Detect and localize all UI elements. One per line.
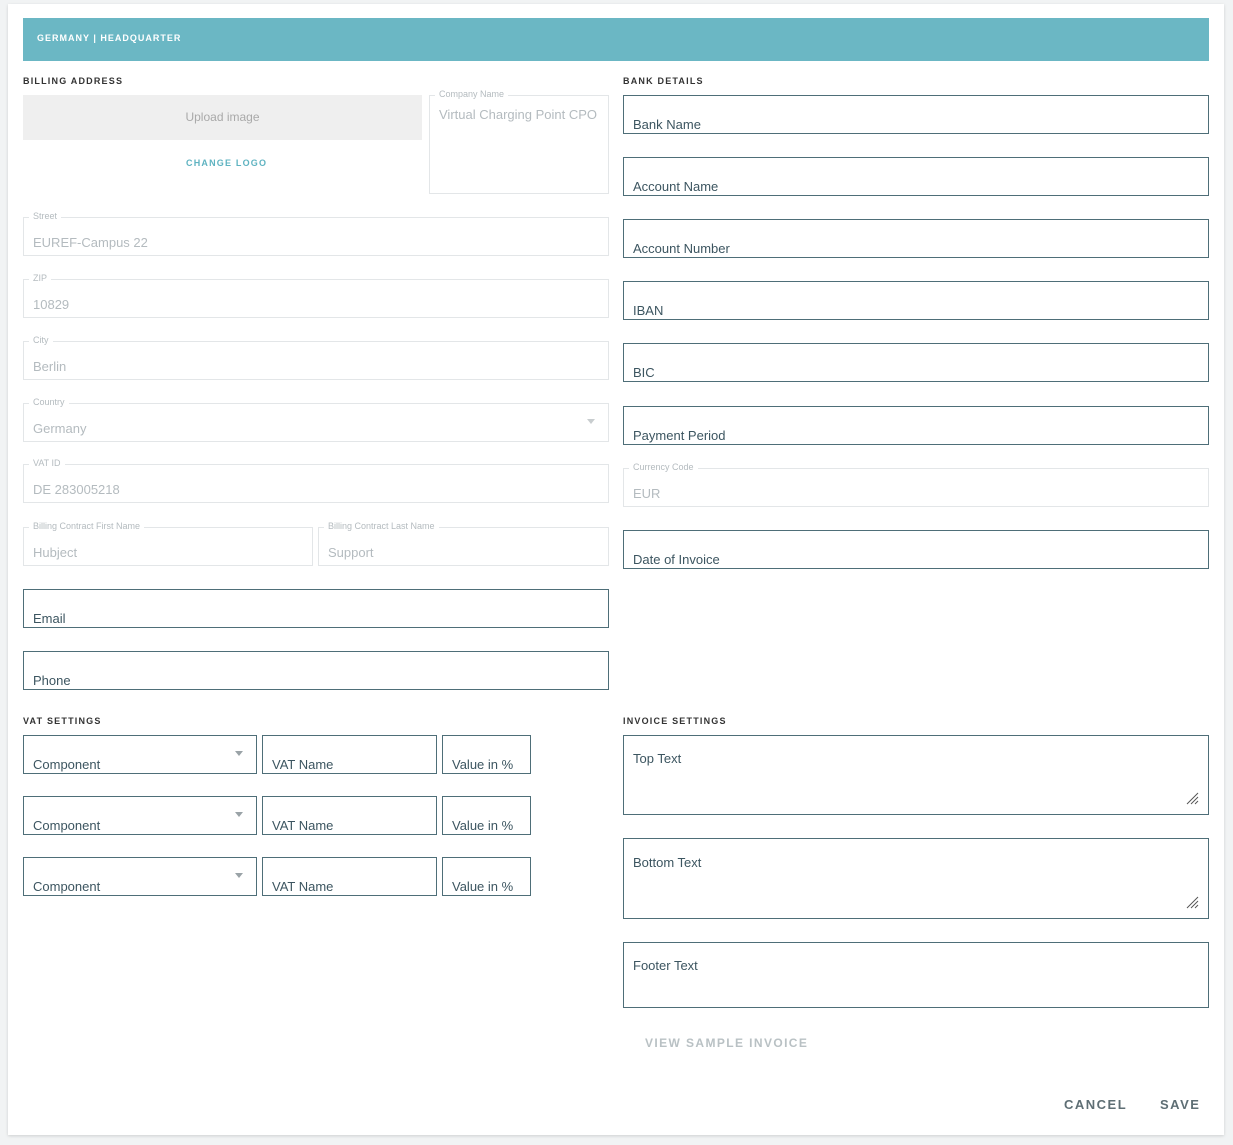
zip-value: 10829 xyxy=(33,297,70,312)
vat-id-field[interactable]: VAT ID DE 283005218 xyxy=(23,458,609,503)
upload-image-area[interactable]: Upload image xyxy=(23,95,422,140)
top-text-placeholder: Top Text xyxy=(633,751,682,766)
country-value: Germany xyxy=(33,421,87,436)
phone-placeholder: Phone xyxy=(33,673,71,688)
footer-text-placeholder: Footer Text xyxy=(633,958,698,973)
bottom-text-area[interactable]: Bottom Text xyxy=(623,838,1209,919)
cancel-button[interactable]: CANCEL xyxy=(1064,1097,1127,1112)
save-button[interactable]: SAVE xyxy=(1160,1097,1200,1112)
bank-name-placeholder: Bank Name xyxy=(633,117,701,132)
billing-address-heading: BILLING ADDRESS xyxy=(23,76,124,86)
iban-field[interactable]: IBAN xyxy=(623,281,1209,320)
country-label: Country xyxy=(29,397,69,407)
street-label: Street xyxy=(29,211,62,221)
page-title-banner: GERMANY | HEADQUARTER xyxy=(23,18,1209,61)
bic-placeholder: BIC xyxy=(633,365,655,380)
vat-name-placeholder: VAT Name xyxy=(272,757,334,772)
resize-handle-icon[interactable] xyxy=(1186,792,1199,805)
change-logo-button[interactable]: CHANGE LOGO xyxy=(186,158,267,168)
vat-id-value: DE 283005218 xyxy=(33,482,120,497)
chevron-down-icon xyxy=(235,751,243,756)
page-title: GERMANY | HEADQUARTER xyxy=(37,33,182,43)
date-of-invoice-field[interactable]: Date of Invoice xyxy=(623,530,1209,569)
vat-value-field[interactable]: Value in % xyxy=(442,735,531,774)
bic-field[interactable]: BIC xyxy=(623,343,1209,382)
currency-code-field[interactable]: Currency Code EUR xyxy=(623,462,1209,507)
country-select[interactable]: Country Germany xyxy=(23,397,609,442)
vat-value-field[interactable]: Value in % xyxy=(442,857,531,896)
vat-component-placeholder: Component xyxy=(33,818,101,833)
chevron-down-icon xyxy=(235,812,243,817)
account-name-placeholder: Account Name xyxy=(633,179,719,194)
phone-field[interactable]: Phone xyxy=(23,651,609,690)
bank-details-heading: BANK DETAILS xyxy=(623,76,704,86)
street-value: EUREF-Campus 22 xyxy=(33,235,148,250)
bank-name-field[interactable]: Bank Name xyxy=(623,95,1209,134)
resize-handle-icon[interactable] xyxy=(1186,896,1199,909)
vat-id-label: VAT ID xyxy=(29,458,65,468)
email-field[interactable]: Email xyxy=(23,589,609,628)
vat-component-select[interactable]: Component xyxy=(23,857,257,896)
vat-name-placeholder: VAT Name xyxy=(272,879,334,894)
billing-first-name-label: Billing Contract First Name xyxy=(29,521,145,531)
vat-name-field[interactable]: VAT Name xyxy=(262,796,437,835)
account-name-field[interactable]: Account Name xyxy=(623,157,1209,196)
account-number-placeholder: Account Number xyxy=(633,241,730,256)
vat-name-field[interactable]: VAT Name xyxy=(262,735,437,774)
footer-text-area[interactable]: Footer Text xyxy=(623,942,1209,1008)
account-number-field[interactable]: Account Number xyxy=(623,219,1209,258)
iban-placeholder: IBAN xyxy=(633,303,664,318)
bottom-text-placeholder: Bottom Text xyxy=(633,855,702,870)
billing-first-name-field[interactable]: Billing Contract First Name Hubject xyxy=(23,521,313,566)
zip-label: ZIP xyxy=(29,273,52,283)
city-field[interactable]: City Berlin xyxy=(23,335,609,380)
street-field[interactable]: Street EUREF-Campus 22 xyxy=(23,211,609,256)
company-name-label: Company Name xyxy=(435,89,509,99)
billing-last-name-label: Billing Contract Last Name xyxy=(324,521,439,531)
email-placeholder: Email xyxy=(33,611,66,626)
vat-value-placeholder: Value in % xyxy=(452,757,514,772)
vat-settings-heading: VAT SETTINGS xyxy=(23,716,102,726)
invoice-settings-heading: INVOICE SETTINGS xyxy=(623,716,727,726)
zip-field[interactable]: ZIP 10829 xyxy=(23,273,609,318)
upload-image-label: Upload image xyxy=(185,110,260,124)
vat-name-field[interactable]: VAT Name xyxy=(262,857,437,896)
vat-value-field[interactable]: Value in % xyxy=(442,796,531,835)
billing-first-name-value: Hubject xyxy=(33,545,78,560)
chevron-down-icon xyxy=(587,419,595,424)
company-name-field[interactable]: Company Name Virtual Charging Point CPO xyxy=(429,89,609,194)
vat-component-select[interactable]: Component xyxy=(23,796,257,835)
chevron-down-icon xyxy=(235,873,243,878)
currency-code-value: EUR xyxy=(633,486,661,501)
top-text-area[interactable]: Top Text xyxy=(623,735,1209,815)
company-name-value: Virtual Charging Point CPO xyxy=(439,107,598,122)
payment-period-field[interactable]: Payment Period xyxy=(623,406,1209,445)
vat-component-select[interactable]: Component xyxy=(23,735,257,774)
billing-last-name-value: Support xyxy=(328,545,374,560)
city-value: Berlin xyxy=(33,359,67,374)
view-sample-invoice-button[interactable]: VIEW SAMPLE INVOICE xyxy=(645,1036,808,1050)
billing-last-name-field[interactable]: Billing Contract Last Name Support xyxy=(318,521,609,566)
vat-name-placeholder: VAT Name xyxy=(272,818,334,833)
vat-value-placeholder: Value in % xyxy=(452,879,514,894)
vat-component-placeholder: Component xyxy=(33,757,101,772)
currency-code-label: Currency Code xyxy=(629,462,698,472)
date-of-invoice-placeholder: Date of Invoice xyxy=(633,552,720,567)
city-label: City xyxy=(29,335,53,345)
vat-value-placeholder: Value in % xyxy=(452,818,514,833)
vat-component-placeholder: Component xyxy=(33,879,101,894)
payment-period-placeholder: Payment Period xyxy=(633,428,726,443)
